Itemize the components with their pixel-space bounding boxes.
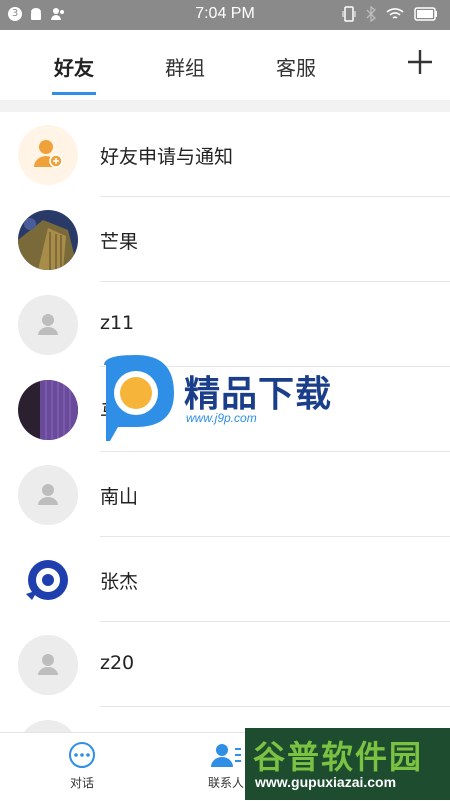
contact-name: 芒果 — [100, 231, 139, 253]
top-tab-bar: 好友 群组 客服 — [0, 30, 450, 100]
nav-label: 对话 — [69, 776, 94, 790]
list-item[interactable]: 张杰 — [0, 537, 450, 622]
watermark-url: www.j9p.com — [186, 411, 257, 425]
status-right — [342, 6, 438, 22]
chat-logo-icon — [18, 550, 78, 610]
contact-name: 张杰 — [100, 571, 139, 593]
vibrate-icon — [342, 6, 356, 22]
status-bar: 3 7:04 PM — [0, 0, 450, 30]
watermark-title: 精品下载 — [184, 374, 333, 415]
watermark-logo-icon — [104, 355, 174, 441]
avatar — [18, 380, 78, 440]
tab-customer-service[interactable]: 客服 — [276, 52, 316, 81]
list-item[interactable]: 好友申请与通知 — [0, 112, 450, 197]
tab-groups[interactable]: 群组 — [165, 52, 205, 81]
watermark-site-title: 谷普软件园 — [253, 738, 424, 776]
list-item[interactable]: 南山 — [0, 452, 450, 537]
watermark-site-banner: 谷普软件园 www.gupuxiazai.com — [245, 728, 450, 800]
avatar — [18, 210, 78, 270]
watermark-site-url: www.gupuxiazai.com — [255, 774, 397, 790]
contact-name: 南山 — [100, 486, 139, 508]
nav-chats[interactable]: 对话 — [42, 741, 122, 791]
contacts-icon — [211, 744, 241, 767]
add-icon[interactable] — [406, 48, 434, 76]
battery-icon — [414, 7, 437, 21]
list-item[interactable]: 芒果 — [0, 197, 450, 282]
default-person-icon — [18, 295, 78, 355]
default-person-icon — [18, 635, 78, 695]
bluetooth-icon — [366, 6, 376, 22]
watermark-logo: 精品下载 www.j9p.com — [96, 355, 356, 445]
contact-name: 好友申请与通知 — [100, 146, 234, 168]
list-item[interactable]: z20 — [0, 622, 450, 707]
chat-bubble-icon — [69, 742, 95, 768]
wifi-icon — [386, 8, 404, 19]
contact-name: z11 — [100, 312, 135, 334]
tab-friends[interactable]: 好友 — [54, 52, 94, 81]
active-tab-indicator — [52, 92, 96, 95]
default-person-icon — [18, 465, 78, 525]
contact-name: z20 — [100, 652, 135, 674]
friend-request-icon — [18, 125, 78, 185]
